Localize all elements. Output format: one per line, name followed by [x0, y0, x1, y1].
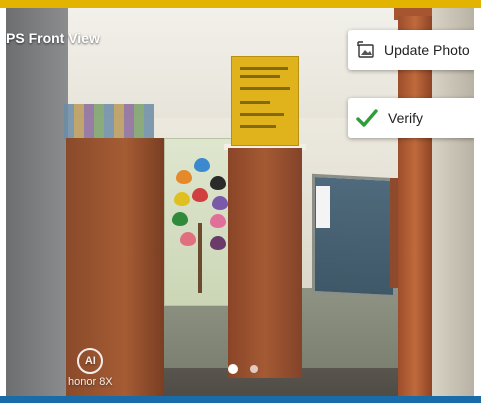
checkmark-icon: [356, 107, 378, 129]
photo-paper-note: [316, 186, 330, 228]
update-photo-label: Update Photo: [384, 42, 470, 58]
photo-leaf: [192, 188, 208, 202]
bottom-accent-bar: [0, 396, 481, 403]
verify-button[interactable]: Verify: [348, 98, 474, 138]
photo-viewer[interactable]: PS Front View Update Photo Verify AI hon…: [6, 8, 474, 396]
ai-badge-icon: AI: [77, 348, 104, 374]
photo-leaf: [210, 214, 226, 228]
camera-model-text: honor 8X: [68, 376, 113, 388]
photo-title: PS Front View: [6, 30, 100, 46]
photo-decor-strip: [64, 104, 154, 140]
photo-leaf: [212, 196, 228, 210]
camera-watermark: AI honor 8X: [68, 348, 113, 388]
photo-left-wall: [6, 8, 68, 396]
photo-leaf: [174, 192, 190, 206]
photo-leaf: [172, 212, 188, 226]
carousel-dot-1[interactable]: [228, 364, 238, 374]
carousel-dot-2[interactable]: [250, 365, 258, 373]
photo-leaf: [176, 170, 192, 184]
photo-edit-icon: [356, 40, 376, 60]
photo-leaf: [180, 232, 196, 246]
top-accent-bar: [0, 0, 481, 8]
carousel-indicator: [228, 364, 258, 374]
photo-notice-board: [231, 56, 299, 146]
photo-tree-trunk: [198, 223, 202, 293]
photo-door-center: [228, 148, 302, 378]
photo-pillar: [398, 16, 432, 396]
update-photo-button[interactable]: Update Photo: [348, 30, 474, 70]
verify-label: Verify: [388, 110, 424, 126]
photo-leaf: [210, 176, 226, 190]
photo-leaf: [210, 236, 226, 250]
photo-leaf: [194, 158, 210, 172]
